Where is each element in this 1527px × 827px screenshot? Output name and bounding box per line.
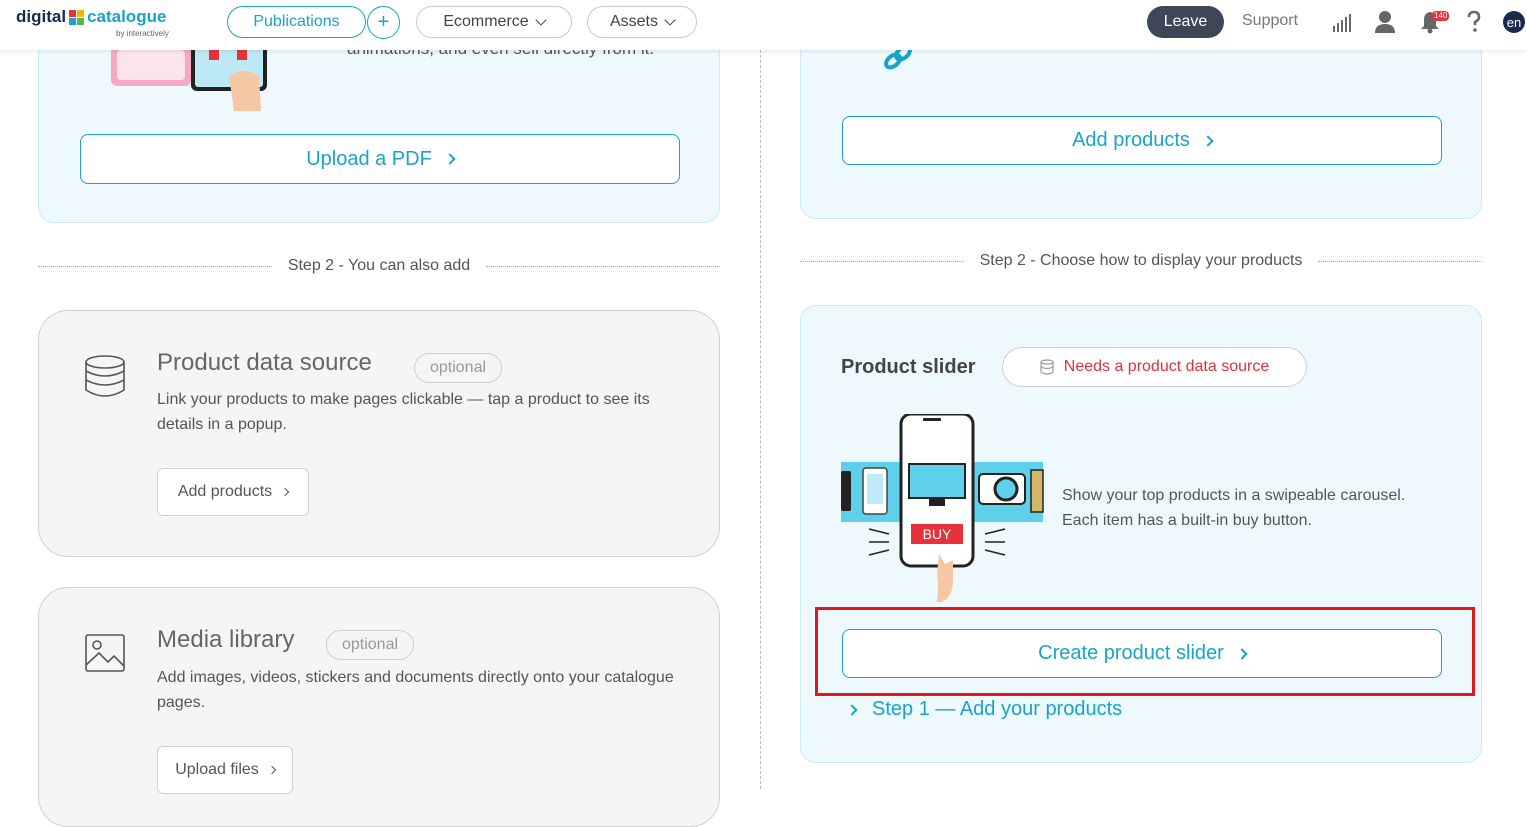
optional-badge: optional	[326, 630, 414, 660]
chevron-right-icon	[1202, 134, 1214, 147]
media-library-description: Add images, videos, stickers and documen…	[157, 669, 674, 711]
database-small-icon	[1040, 359, 1054, 375]
language-selector[interactable]: en	[1503, 11, 1525, 33]
add-products-label: Add products	[177, 483, 273, 500]
add-products-top-label: Add products	[1072, 129, 1190, 151]
upload-pdf-label: Upload a PDF	[306, 147, 432, 170]
phone-carousel-illustration-icon: BUY	[841, 414, 1044, 602]
highlight-box	[815, 607, 1475, 696]
logo-subtitle: by interactively	[116, 29, 169, 38]
database-icon	[85, 355, 125, 397]
chevron-right-icon	[846, 703, 858, 716]
chevron-down-icon	[664, 14, 676, 26]
nav-publications[interactable]: Publications	[227, 6, 366, 38]
app-logo[interactable]: digital catalogue by interactively	[16, 7, 169, 38]
upload-files-label: Upload files	[175, 761, 259, 778]
logo-mark-icon	[69, 9, 85, 25]
upload-pdf-button[interactable]: Upload a PDF	[80, 134, 680, 184]
analytics-icon[interactable]	[1332, 10, 1352, 34]
add-products-top-button[interactable]: Add products	[842, 116, 1442, 165]
nav-assets-label: Assets	[609, 13, 658, 30]
support-link[interactable]: Support	[1242, 12, 1298, 30]
column-divider	[760, 50, 761, 789]
user-icon[interactable]	[1374, 10, 1396, 34]
optional-badge: optional	[414, 353, 502, 383]
chevron-right-icon	[280, 487, 290, 497]
help-icon[interactable]	[1466, 10, 1482, 34]
step1-add-products-link[interactable]: Step 1 — Add your products	[846, 698, 1123, 721]
svg-text:BUY: BUY	[923, 526, 952, 542]
chevron-right-icon	[444, 153, 456, 165]
product-slider-description: Show your top products in a swipeable ca…	[1062, 487, 1406, 529]
add-publication-button[interactable]: +	[367, 6, 400, 39]
media-library-title: Media library	[157, 626, 295, 653]
needs-data-source-badge[interactable]: Needs a product data source	[1002, 347, 1307, 387]
product-slider-title: Product slider	[841, 356, 976, 378]
step2-label-left: Step 2 - You can also add	[287, 257, 471, 274]
logo-text-catalogue: catalogue	[87, 7, 167, 26]
upload-files-button[interactable]: Upload files	[157, 746, 293, 794]
nav-ecommerce-label: Ecommerce	[443, 13, 529, 30]
nav-assets[interactable]: Assets	[587, 6, 697, 38]
chevron-down-icon	[535, 14, 547, 26]
upload-pdf-card: animations, and even sell directly from …	[38, 30, 720, 223]
product-data-source-title: Product data source	[157, 349, 372, 376]
step2-divider-left: Step 2 - You can also add	[38, 256, 720, 276]
product-data-source-description: Link your products to make pages clickab…	[157, 391, 650, 433]
notification-badge: 140	[1432, 11, 1450, 21]
step2-divider-right: Step 2 - Choose how to display your prod…	[800, 251, 1482, 271]
media-library-card: Media library optional Add images, video…	[38, 587, 720, 827]
image-icon	[85, 634, 125, 672]
add-products-card: Add products	[800, 30, 1482, 219]
chevron-right-icon	[267, 765, 277, 775]
nav-ecommerce[interactable]: Ecommerce	[416, 6, 572, 38]
logo-text-digital: digital	[16, 7, 67, 26]
nav-publications-label: Publications	[253, 13, 340, 30]
add-products-button[interactable]: Add products	[157, 468, 309, 516]
product-data-source-card: Product data source optional Link your p…	[38, 310, 720, 557]
leave-button[interactable]: Leave	[1147, 6, 1224, 38]
top-navigation: digital catalogue by interactively Publi…	[0, 0, 1527, 50]
step2-label-right: Step 2 - Choose how to display your prod…	[979, 252, 1303, 269]
step1-add-products-label: Step 1 — Add your products	[872, 698, 1123, 720]
needs-data-source-label: Needs a product data source	[1063, 358, 1270, 375]
